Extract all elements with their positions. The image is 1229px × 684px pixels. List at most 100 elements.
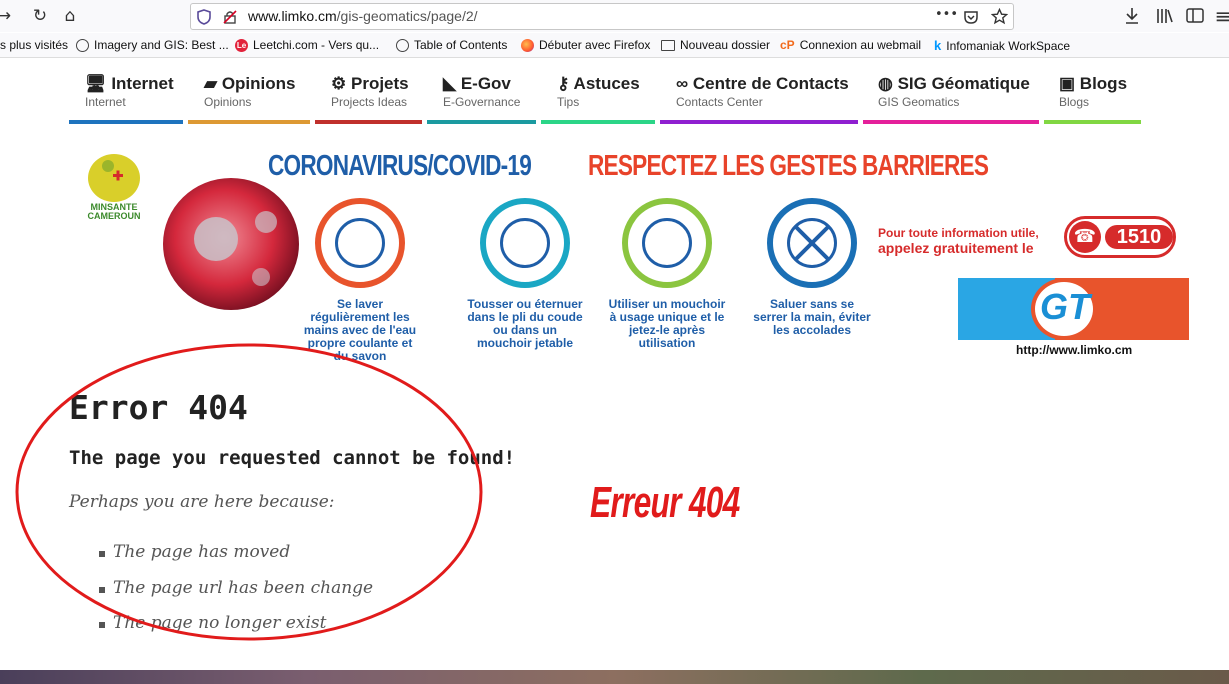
nav-sublabel: GIS Geomatics — [878, 95, 960, 109]
no-handshake-icon — [767, 198, 857, 288]
monitor-icon: 🖥 — [85, 74, 107, 93]
nav-sublabel: Projects Ideas — [331, 95, 408, 109]
nav-underline-internet — [69, 120, 183, 124]
nav-underline-blogs — [1044, 120, 1141, 124]
nav-item-astuces[interactable]: ⚷ Astuces Tips — [557, 74, 640, 126]
pocket-icon[interactable] — [963, 9, 979, 25]
virus-image — [163, 178, 299, 310]
nav-underline-astuces — [541, 120, 655, 124]
nav-item-projets[interactable]: ⚙ Projets Projects Ideas — [331, 74, 409, 126]
nav-underline-egov — [427, 120, 536, 124]
bookmark-label: Débuter avec Firefox — [539, 38, 651, 52]
info-line-1: Pour toute information utile, — [878, 226, 1039, 240]
nav-label: Projets — [350, 74, 409, 93]
nav-item-opinions[interactable]: ▰ Opinions Opinions — [204, 74, 295, 126]
nav-label: Internet — [111, 74, 174, 93]
sidebar-icon[interactable] — [1186, 7, 1204, 25]
bookmark-most-visited[interactable]: s plus visités — [0, 38, 68, 52]
nav-item-blogs[interactable]: ▣ Blogs Blogs — [1059, 74, 1127, 126]
bookmark-label: Connexion au webmail — [799, 38, 922, 52]
infomaniak-icon: k — [934, 38, 942, 53]
nav-underline-sig — [863, 120, 1039, 124]
annotation-erreur-404: Erreur 404 — [590, 478, 740, 527]
nav-item-contacts[interactable]: ∞ Centre de Contacts Contacts Center — [676, 74, 849, 126]
tip-cough-elbow: Tousser ou éternuer dans le pli du coude… — [465, 198, 585, 350]
menu-icon[interactable]: ≡ — [1213, 6, 1229, 26]
nav-sublabel: Internet — [85, 95, 126, 109]
url-path: /gis-geomatics/page/2/ — [336, 8, 478, 24]
banner-title-gestes: RESPECTEZ LES GESTES BARRIERES — [588, 150, 989, 182]
bookmark-nouveau-dossier[interactable]: Nouveau dossier — [661, 38, 770, 52]
bookmark-star-icon[interactable] — [991, 8, 1008, 25]
bookmark-imagery-gis[interactable]: Imagery and GIS: Best ... — [76, 38, 229, 52]
annotation-ellipse — [15, 343, 483, 641]
nav-sublabel: Blogs — [1059, 95, 1090, 109]
nav-label: Opinions — [221, 74, 296, 93]
tip-no-handshake: Saluer sans se serrer la main, éviter le… — [752, 198, 872, 337]
nav-label: Astuces — [573, 74, 640, 93]
firefox-icon — [521, 38, 534, 52]
bookmark-table-of-contents[interactable]: Table of Contents — [396, 38, 507, 52]
nav-label: E-Gov — [460, 74, 511, 93]
bookmark-webmail[interactable]: cP Connexion au webmail — [780, 38, 921, 52]
browser-toolbar: → ↻ ⌂ www.limko.cm/gis-geomatics/page/2/… — [0, 0, 1229, 32]
page-actions-menu-icon[interactable]: ••• — [935, 7, 958, 22]
tissue-icon — [622, 198, 712, 288]
bookmark-label: s plus visités — [0, 38, 69, 52]
shield-icon[interactable] — [197, 9, 211, 25]
bookmarks-toolbar: s plus visités Imagery and GIS: Best ...… — [0, 33, 1229, 58]
hotline-badge: ☎ 1510 — [1064, 216, 1176, 258]
bookmark-label: Infomaniak WorkSpace — [946, 38, 1071, 53]
back-arrow-icon[interactable]: → — [0, 6, 14, 26]
bookmark-leetchi[interactable]: Le Leetchi.com - Vers qu... — [235, 38, 379, 52]
url-text[interactable]: www.limko.cm/gis-geomatics/page/2/ — [248, 8, 478, 24]
globe-icon — [396, 38, 409, 52]
download-icon[interactable] — [1124, 7, 1140, 25]
nav-label: Centre de Contacts — [692, 74, 849, 93]
address-bar[interactable]: www.limko.cm/gis-geomatics/page/2/ ••• — [190, 3, 1014, 30]
info-text: Pour toute information utile, appelez gr… — [878, 226, 1039, 256]
comment-icon: ▰ — [204, 74, 218, 93]
reload-icon[interactable]: ↻ — [30, 6, 50, 26]
gt-url[interactable]: http://www.limko.cm — [1016, 343, 1132, 357]
nav-sublabel: Opinions — [204, 95, 252, 109]
gt-logo-text: GT — [1040, 286, 1090, 327]
nav-sublabel: Contacts Center — [676, 95, 763, 109]
link-icon: ∞ — [676, 74, 689, 93]
nav-sublabel: Tips — [557, 95, 580, 109]
nav-item-internet[interactable]: 🖥 Internet Internet — [85, 74, 174, 126]
insecure-lock-icon[interactable] — [223, 10, 237, 24]
bookmark-infomaniak[interactable]: k Infomaniak WorkSpace — [934, 38, 1070, 53]
webmail-icon: cP — [780, 38, 795, 52]
nav-underline-projets — [315, 120, 422, 124]
nav-item-sig[interactable]: ◍ SIG Géomatique GIS Geomatics — [878, 74, 1030, 126]
key-icon: ⚷ — [557, 74, 570, 93]
gt-logo: GT — [958, 278, 1189, 340]
phone-icon: ☎ — [1069, 221, 1101, 253]
home-icon[interactable]: ⌂ — [60, 6, 80, 26]
cough-elbow-icon — [480, 198, 570, 288]
leetchi-icon: Le — [235, 38, 248, 52]
globe-icon: ◍ — [878, 74, 893, 93]
nav-label: Blogs — [1079, 74, 1128, 93]
library-icon[interactable] — [1156, 7, 1174, 25]
nav-item-egov[interactable]: ◣ E-Gov E-Governance — [443, 74, 520, 126]
tip-caption: Saluer sans se serrer la main, éviter le… — [753, 297, 871, 337]
bookmark-firefox[interactable]: Débuter avec Firefox — [521, 38, 650, 52]
folder-icon — [661, 39, 675, 51]
tip-caption: Utiliser un mouchoir à usage unique et l… — [608, 297, 726, 350]
blog-icon: ▣ — [1059, 74, 1076, 93]
wash-hands-icon — [315, 198, 405, 288]
bookmark-label: Table of Contents — [414, 38, 508, 52]
minsante-logo: MINSANTE CAMEROUN — [88, 154, 141, 220]
rss-icon: ◣ — [443, 74, 457, 93]
globe-icon — [76, 38, 89, 52]
url-host: www.limko.cm — [248, 8, 337, 24]
nav-sublabel: E-Governance — [443, 95, 521, 109]
hotline-number: 1510 — [1105, 225, 1173, 249]
tip-tissue: Utiliser un mouchoir à usage unique et l… — [607, 198, 727, 350]
logo-text-2: CAMEROUN — [88, 211, 141, 220]
gear-icon: ⚙ — [331, 74, 347, 93]
nav-underline-contacts — [660, 120, 858, 124]
banner-title-covid: CORONAVIRUS/COVID-19 — [268, 150, 532, 182]
